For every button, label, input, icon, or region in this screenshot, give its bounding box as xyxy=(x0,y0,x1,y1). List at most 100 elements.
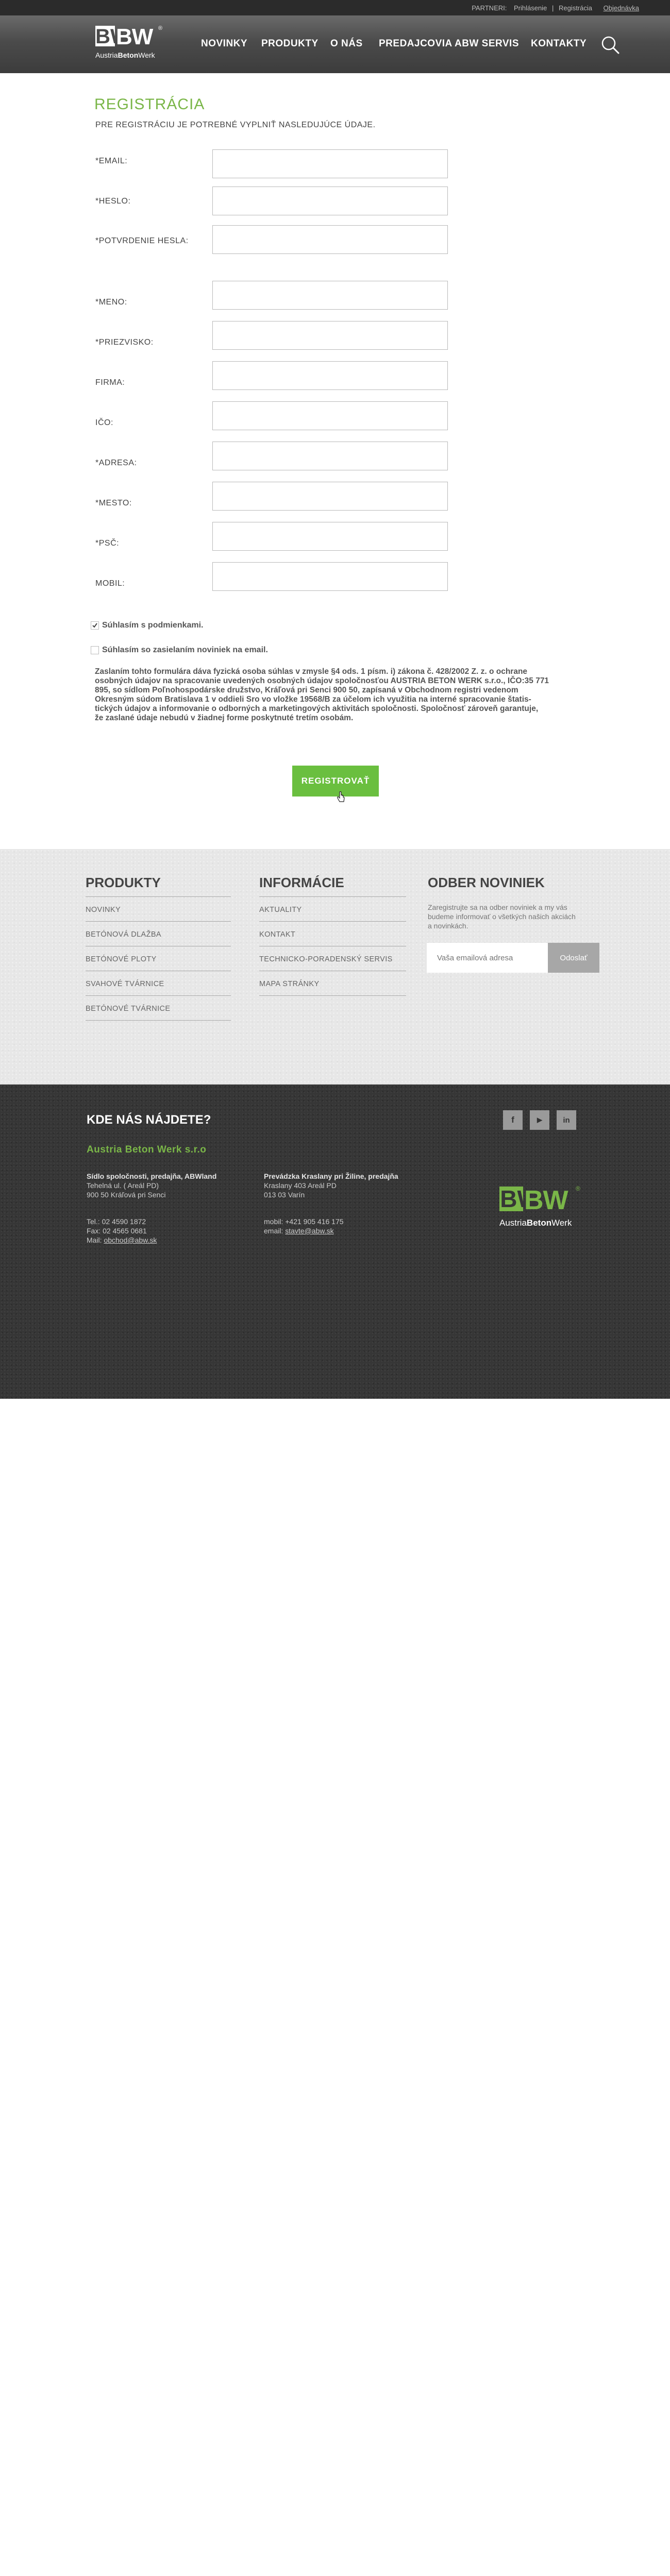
page-title: REGISTRÁCIA xyxy=(94,96,205,113)
footer-heading-informacie: INFORMÁCIE xyxy=(259,875,344,890)
last-name-field[interactable] xyxy=(212,321,448,350)
divider xyxy=(86,921,231,922)
svg-text:BW: BW xyxy=(524,1185,569,1215)
hq-address-line: 900 50 Kráľová pri Senci xyxy=(87,1191,166,1199)
abw-logo[interactable]: ABW BW ® AustriaBetonWerk xyxy=(94,23,166,64)
footer-link[interactable]: AKTUALITY xyxy=(259,906,302,914)
consent-line: že zaslané údaje nebudú v žiadnej forme … xyxy=(95,714,354,722)
newsletter-text-line: budeme informovať o všetkých našich akci… xyxy=(428,912,576,921)
branch-address-line: Kraslany 403 Areál PD xyxy=(264,1181,337,1190)
label-email: *EMAIL: xyxy=(95,157,128,165)
consent-text: Zaslaním tohto formulára dáva fyzická os… xyxy=(95,667,559,723)
footer-link[interactable]: NOVINKY xyxy=(86,906,121,914)
divider xyxy=(86,896,231,897)
branch-email-row: email: stavte@abw.sk xyxy=(264,1227,334,1235)
branch-email-link[interactable]: stavte@abw.sk xyxy=(285,1227,333,1235)
hq-mail-row: Mail: obchod@abw.sk xyxy=(87,1236,157,1244)
logo-reg: ® xyxy=(158,25,162,31)
mobile-field[interactable] xyxy=(212,562,448,591)
separator: | xyxy=(551,4,554,12)
header: ABW BW ® AustriaBetonWerk NOVINKY PRODUK… xyxy=(0,15,670,73)
first-name-field[interactable] xyxy=(212,281,448,310)
divider xyxy=(259,921,406,922)
register-button[interactable]: REGISTROVAŤ xyxy=(292,766,379,796)
contact-heading: KDE NÁS NÁJDETE? xyxy=(87,1113,211,1127)
newsletter-text-line: Zaregistrujte sa na odber noviniek a my … xyxy=(428,903,567,911)
divider xyxy=(259,896,406,897)
consent-line: osobných údajov na spracovanie uvedených… xyxy=(95,676,549,685)
newsletter-submit-button[interactable]: Odoslať xyxy=(548,943,599,973)
company-field[interactable] xyxy=(212,361,448,390)
label-password: *HESLO: xyxy=(95,197,131,206)
hq-fax: Fax: 02 4565 0681 xyxy=(87,1227,147,1235)
top-links: PARTNERI: Prihlásenie | Registrácia Obje… xyxy=(472,4,639,12)
footer-link[interactable]: BETÓNOVÉ TVÁRNICE xyxy=(86,1005,170,1013)
ico-field[interactable] xyxy=(212,401,448,430)
hq-phone: Tel.: 02 4590 1872 xyxy=(87,1217,146,1226)
newsletter-consent-label: Súhlasím so zasielaním noviniek na email… xyxy=(102,646,268,654)
footer-heading-produkty: PRODUKTY xyxy=(86,875,161,890)
footer-link[interactable]: TECHNICKO-PORADENSKÝ SERVIS xyxy=(259,955,393,963)
newsletter-email-input[interactable] xyxy=(427,943,548,973)
order-link[interactable]: Objednávka xyxy=(604,4,639,12)
footer-heading-newsletter: ODBER NOVINIEK xyxy=(428,875,545,890)
hq-address-line: Tehelná ul. ( Areál PD) xyxy=(87,1181,159,1190)
newsletter-text: Zaregistrujte sa na odber noviniek a my … xyxy=(428,903,613,930)
company-name: Austria Beton Werk s.r.o xyxy=(87,1144,207,1155)
nav-novinky[interactable]: NOVINKY xyxy=(201,38,247,49)
linkedin-icon[interactable]: in xyxy=(557,1110,576,1130)
label-first-name: *MENO: xyxy=(95,298,127,307)
branch-mobile: mobil: +421 905 416 175 xyxy=(264,1217,344,1226)
label-company: FIRMA: xyxy=(95,378,125,387)
branch-email-label: email: xyxy=(264,1227,286,1235)
branch-title: Prevádzka Kraslany pri Žiline, predajňa xyxy=(264,1172,398,1180)
nav-produkty[interactable]: PRODUKTY xyxy=(261,38,319,49)
partners-label[interactable]: PARTNERI: xyxy=(472,4,507,12)
label-mobile: MOBIL: xyxy=(95,579,125,588)
consent-line: Okresným súdom Bratislava 1 v oddieli Sr… xyxy=(95,695,531,704)
checkmark-icon xyxy=(92,623,97,628)
svg-text:BW: BW xyxy=(116,24,154,49)
register-link[interactable]: Registrácia xyxy=(559,4,592,12)
password-confirm-field[interactable] xyxy=(212,225,448,254)
label-city: *MESTO: xyxy=(95,499,132,507)
label-last-name: *PRIEZVISKO: xyxy=(95,338,154,347)
nav-kontakty[interactable]: KONTAKTY xyxy=(531,38,587,49)
divider xyxy=(259,995,406,996)
facebook-icon[interactable]: f xyxy=(503,1110,523,1130)
footer-logo-subtitle: AustriaBetonWerk xyxy=(499,1218,572,1228)
youtube-icon[interactable]: ▶ xyxy=(530,1110,549,1130)
hq-mail-label: Mail: xyxy=(87,1236,104,1244)
footer-abw-logo: ABW BW ® AustriaBetonWerk xyxy=(497,1185,580,1228)
page-subtitle: PRE REGISTRÁCIU JE POTREBNÉ VYPLNIŤ NASL… xyxy=(95,121,376,129)
nav-o-nas[interactable]: O NÁS xyxy=(330,38,363,49)
hq-mail-link[interactable]: obchod@abw.sk xyxy=(104,1236,157,1244)
hand-cursor-icon xyxy=(337,791,345,802)
consent-line: tických údajov a informovanie o odbornýc… xyxy=(95,704,539,713)
nav-predajcovia[interactable]: PREDAJCOVIA xyxy=(379,38,453,49)
search-icon[interactable] xyxy=(600,35,621,55)
footer-link[interactable]: SVAHOVÉ TVÁRNICE xyxy=(86,980,164,988)
hq-title: Sídlo spoločnosti, predajňa, ABWland xyxy=(87,1172,217,1180)
label-zip: *PSČ: xyxy=(95,539,120,548)
city-field[interactable] xyxy=(212,482,448,511)
login-link[interactable]: Prihlásenie xyxy=(514,4,547,12)
footer-link[interactable]: KONTAKT xyxy=(259,930,295,939)
label-password-confirm: *POTVRDENIE HESLA: xyxy=(95,236,189,245)
password-field[interactable] xyxy=(212,187,448,215)
footer-link[interactable]: BETÓNOVÉ PLOTY xyxy=(86,955,157,963)
footer-link[interactable]: MAPA STRÁNKY xyxy=(259,980,320,988)
branch-address-line: 013 03 Varín xyxy=(264,1191,305,1199)
terms-checkbox[interactable] xyxy=(91,621,99,630)
footer-link[interactable]: BETÓNOVÁ DLAŽBA xyxy=(86,930,161,939)
nav-abw-servis[interactable]: ABW SERVIS xyxy=(455,38,519,49)
divider xyxy=(86,1020,231,1021)
newsletter-text-line: a novinkách. xyxy=(428,922,468,930)
address-field[interactable] xyxy=(212,442,448,470)
email-field[interactable] xyxy=(212,149,448,178)
logo-subtitle: AustriaBetonWerk xyxy=(95,51,156,59)
zip-field[interactable] xyxy=(212,522,448,551)
newsletter-checkbox[interactable] xyxy=(91,646,99,654)
consent-line: 895, so sídlom Poľnohospodárske družstvo… xyxy=(95,686,518,694)
label-address: *ADRESA: xyxy=(95,459,137,467)
